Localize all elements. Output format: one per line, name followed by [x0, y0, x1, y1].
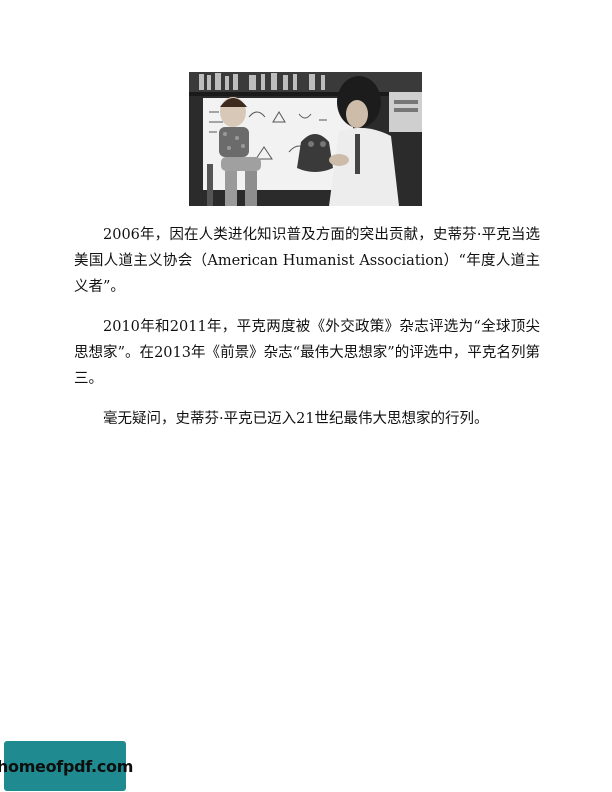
paragraph-conclusion: 毫无疑问，史蒂芬·平克已迈入21世纪最伟大思想家的行列。 — [103, 411, 489, 427]
paragraph-humanist-award: 2006年，因在人类进化知识普及方面的突出贡献，史蒂芬·平克当选美国人道主义协会… — [74, 227, 540, 295]
watermark-text: homeofpdf.com — [0, 756, 134, 776]
photo-pinker-with-child — [189, 72, 422, 206]
watermark-badge[interactable]: homeofpdf.com — [0, 741, 133, 791]
paragraph-top-thinker: 2010年和2011年，平克两度被《外交政策》杂志评选为“全球顶尖思想家”。在2… — [74, 319, 540, 387]
